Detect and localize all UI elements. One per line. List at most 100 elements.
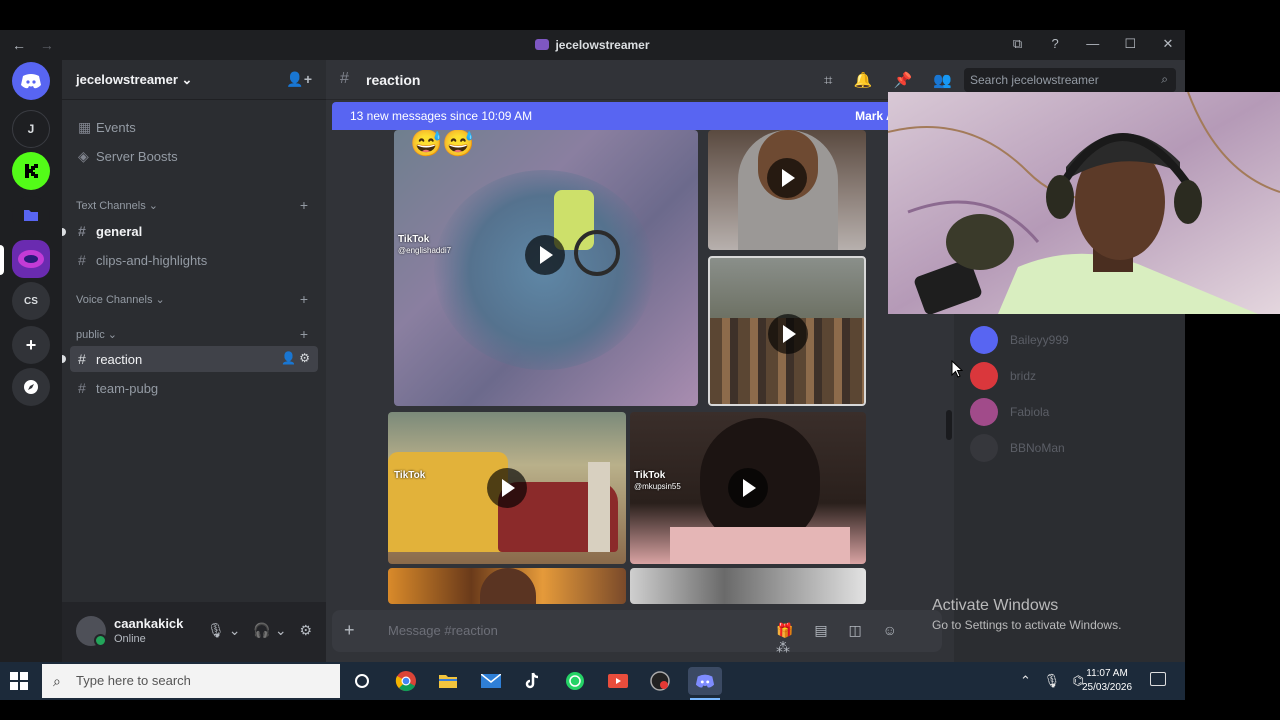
sticker-icon[interactable]: ◫	[848, 622, 861, 638]
search-icon: ⌕	[1161, 72, 1168, 86]
chevron-down-icon[interactable]: ⌄	[275, 622, 287, 638]
discord-home-icon[interactable]	[12, 62, 50, 100]
hash-icon: #	[340, 70, 349, 87]
threads-icon[interactable]: ⌗	[824, 72, 832, 89]
play-button[interactable]	[728, 468, 768, 508]
explore-servers-icon[interactable]	[12, 368, 50, 406]
avatar[interactable]	[76, 616, 107, 647]
sidebar-item-general[interactable]: # general	[70, 218, 318, 244]
server-cs[interactable]: CS	[12, 282, 50, 320]
member-item[interactable]: bridz	[970, 362, 1180, 394]
server-name: jecelowstreamer	[76, 72, 178, 87]
sidebar-item-reaction[interactable]: # reaction 👤 ⚙	[70, 346, 318, 372]
member-list-icon[interactable]: 👥	[933, 72, 952, 89]
add-channel-icon[interactable]: +	[300, 197, 308, 213]
category-voice-channels[interactable]: Voice Channels ⌄ +	[76, 291, 316, 307]
tiktok-label: TikTok	[398, 234, 430, 245]
bell-icon[interactable]: 🔔	[854, 72, 873, 89]
play-button[interactable]	[487, 468, 527, 508]
whatsapp-icon[interactable]	[561, 667, 589, 695]
emoji-icon[interactable]: ☺	[883, 622, 897, 638]
category-text-channels[interactable]: Text Channels ⌄ +	[76, 197, 316, 213]
folder-server-icon[interactable]	[12, 196, 50, 234]
new-messages-bar[interactable]: 13 new messages since 10:09 AM Mark As R…	[332, 102, 942, 130]
sidebar-item-server-boosts[interactable]: ◈ Server Boosts	[70, 143, 318, 169]
tiktok-watermark: TikTok @mkupsin55	[634, 470, 681, 492]
add-channel-icon[interactable]: +	[300, 291, 308, 307]
boosts-label: Server Boosts	[96, 149, 178, 164]
pin-icon[interactable]: 📌	[893, 72, 912, 89]
play-button[interactable]	[768, 314, 808, 354]
category-label: public	[76, 329, 105, 341]
notification-icon[interactable]	[1150, 672, 1166, 686]
scrollbar-thumb[interactable]	[946, 410, 952, 440]
chrome-icon[interactable]	[392, 667, 420, 695]
sidebar-item-team-pubg[interactable]: # team-pubg	[70, 375, 318, 401]
inbox-icon[interactable]: ⧉	[1001, 36, 1035, 52]
kick-server-icon[interactable]	[12, 152, 50, 190]
server-j[interactable]: J	[12, 110, 50, 148]
invite-icon[interactable]: 👤	[281, 351, 296, 365]
play-button[interactable]	[525, 235, 565, 275]
tiktok-label: TikTok	[634, 470, 666, 481]
member-item[interactable]: BBNoMan	[970, 434, 1180, 466]
gear-icon[interactable]: ⚙	[299, 622, 312, 638]
tiktok-handle: @mkupsin55	[634, 482, 681, 491]
sidebar-item-events[interactable]: ▦ Events	[70, 114, 318, 140]
composer-tools: 🎁 ▤ ◫ ☺ ⁂	[776, 622, 942, 656]
member-item[interactable]: Baileyy999	[970, 326, 1180, 358]
video-attachment[interactable]: 😅😅 TikTok @englishaddi7	[394, 130, 698, 406]
avatar	[970, 326, 998, 354]
maximize-button[interactable]: ☐	[1113, 36, 1147, 52]
video-attachment[interactable]	[388, 568, 626, 604]
video-attachment[interactable]: TikTok @mkupsin55	[630, 412, 866, 564]
server-name-header[interactable]: jecelowstreamer ⌄ 👤+	[62, 60, 326, 100]
mail-icon[interactable]	[477, 667, 505, 695]
active-app-indicator	[690, 698, 720, 700]
microphone-icon[interactable]: 🎙	[1044, 673, 1061, 688]
chevron-down-icon[interactable]: ⌄	[229, 622, 241, 638]
windows-start-icon[interactable]	[10, 672, 28, 690]
video-attachment[interactable]	[708, 256, 866, 406]
invite-people-icon[interactable]: 👤+	[286, 71, 312, 88]
minimize-button[interactable]: —	[1076, 36, 1110, 51]
add-channel-icon[interactable]: +	[300, 326, 308, 342]
file-explorer-icon[interactable]	[434, 667, 462, 695]
video-app-icon[interactable]	[604, 667, 632, 695]
category-public[interactable]: public ⌄ +	[76, 326, 316, 342]
help-icon[interactable]: ?	[1038, 36, 1072, 51]
server-rail: J CS +	[0, 60, 62, 662]
channel-label: clips-and-highlights	[96, 253, 208, 268]
channel-label: reaction	[96, 352, 143, 367]
channel-sidebar: jecelowstreamer ⌄ 👤+ ▦ Events ◈ Server Boo…	[62, 60, 326, 662]
discord-taskbar-icon[interactable]	[688, 667, 722, 695]
message-input[interactable]: Message #reaction	[388, 623, 498, 638]
recording-app-icon[interactable]	[646, 667, 674, 695]
message-composer[interactable]: + Message #reaction 🎁 ▤ ◫ ☺ ⁂	[332, 610, 942, 655]
taskbar-search-input[interactable]: ⌕ Type here to search	[42, 664, 340, 698]
close-button[interactable]: ✕	[1151, 36, 1185, 52]
headphones-icon[interactable]: 🎧	[253, 622, 270, 638]
video-attachment[interactable]	[630, 568, 866, 604]
apps-icon[interactable]: ⁂	[776, 639, 790, 655]
tiktok-app-icon[interactable]	[518, 667, 546, 695]
header-tools: ⌗ 🔔 📌 👥	[824, 71, 969, 89]
play-button[interactable]	[767, 158, 807, 198]
microphone-icon[interactable]: 🎙	[207, 622, 225, 638]
sidebar-item-clips-and-highlights[interactable]: # clips-and-highlights	[70, 247, 318, 273]
gear-icon[interactable]: ⚙	[299, 351, 310, 365]
video-attachment[interactable]	[708, 130, 866, 250]
chevron-down-icon: ⌄	[177, 72, 193, 87]
video-attachment[interactable]: TikTok	[388, 412, 626, 564]
add-server-button[interactable]: +	[12, 326, 50, 364]
taskbar-clock[interactable]: 11:07 AM 25/03/2026	[1082, 667, 1132, 695]
add-attachment-icon[interactable]: +	[344, 620, 355, 641]
gif-icon[interactable]: ▤	[814, 622, 827, 638]
gift-icon[interactable]: 🎁	[776, 622, 793, 638]
chevron-up-icon[interactable]: ⌃	[1020, 673, 1031, 688]
cortana-icon[interactable]	[348, 667, 376, 695]
search-input[interactable]: Search jecelowstreamer ⌕	[964, 68, 1176, 92]
jecelowstreamer-server-icon[interactable]	[12, 240, 50, 278]
clock-date: 25/03/2026	[1082, 682, 1133, 693]
member-item[interactable]: Fabiola	[970, 398, 1180, 430]
